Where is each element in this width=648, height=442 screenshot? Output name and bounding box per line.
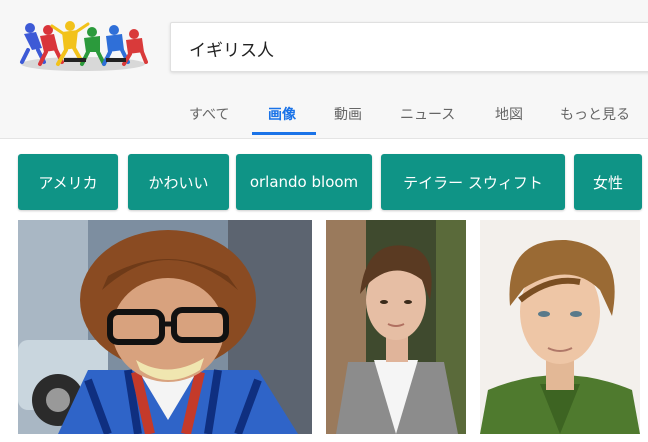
doodle-logo[interactable] xyxy=(18,20,148,72)
search-query: イギリス人 xyxy=(189,41,274,61)
tab-all[interactable]: すべて xyxy=(189,104,229,124)
active-tab-indicator xyxy=(252,132,316,135)
tab-videos[interactable]: 動画 xyxy=(334,104,362,124)
image-result-1[interactable] xyxy=(18,220,312,434)
related-chip-america[interactable]: アメリカ xyxy=(18,154,118,210)
image-result-2[interactable] xyxy=(326,220,466,434)
related-chip-taylor-swift[interactable]: テイラー スウィフト xyxy=(381,154,565,210)
portrait-photo xyxy=(480,220,640,434)
tab-maps[interactable]: 地図 xyxy=(495,104,523,124)
tab-images[interactable]: 画像 xyxy=(268,104,296,124)
related-chip-kawaii[interactable]: かわいい xyxy=(128,154,229,210)
related-chip-orlando-bloom[interactable]: orlando bloom xyxy=(236,154,372,210)
tab-news[interactable]: ニュース xyxy=(400,104,455,124)
search-tabs: すべて 画像 動画 ニュース 地図 もっと見る xyxy=(0,96,648,138)
portrait-photo xyxy=(326,220,466,434)
header: イギリス人 すべて 画像 動画 ニュース 地図 もっと見る xyxy=(0,0,648,139)
related-chip-female[interactable]: 女性 xyxy=(574,154,642,210)
search-input[interactable]: イギリス人 xyxy=(170,22,648,72)
portrait-photo xyxy=(18,220,312,434)
tab-more[interactable]: もっと見る xyxy=(560,104,630,124)
image-result-3[interactable] xyxy=(480,220,640,434)
